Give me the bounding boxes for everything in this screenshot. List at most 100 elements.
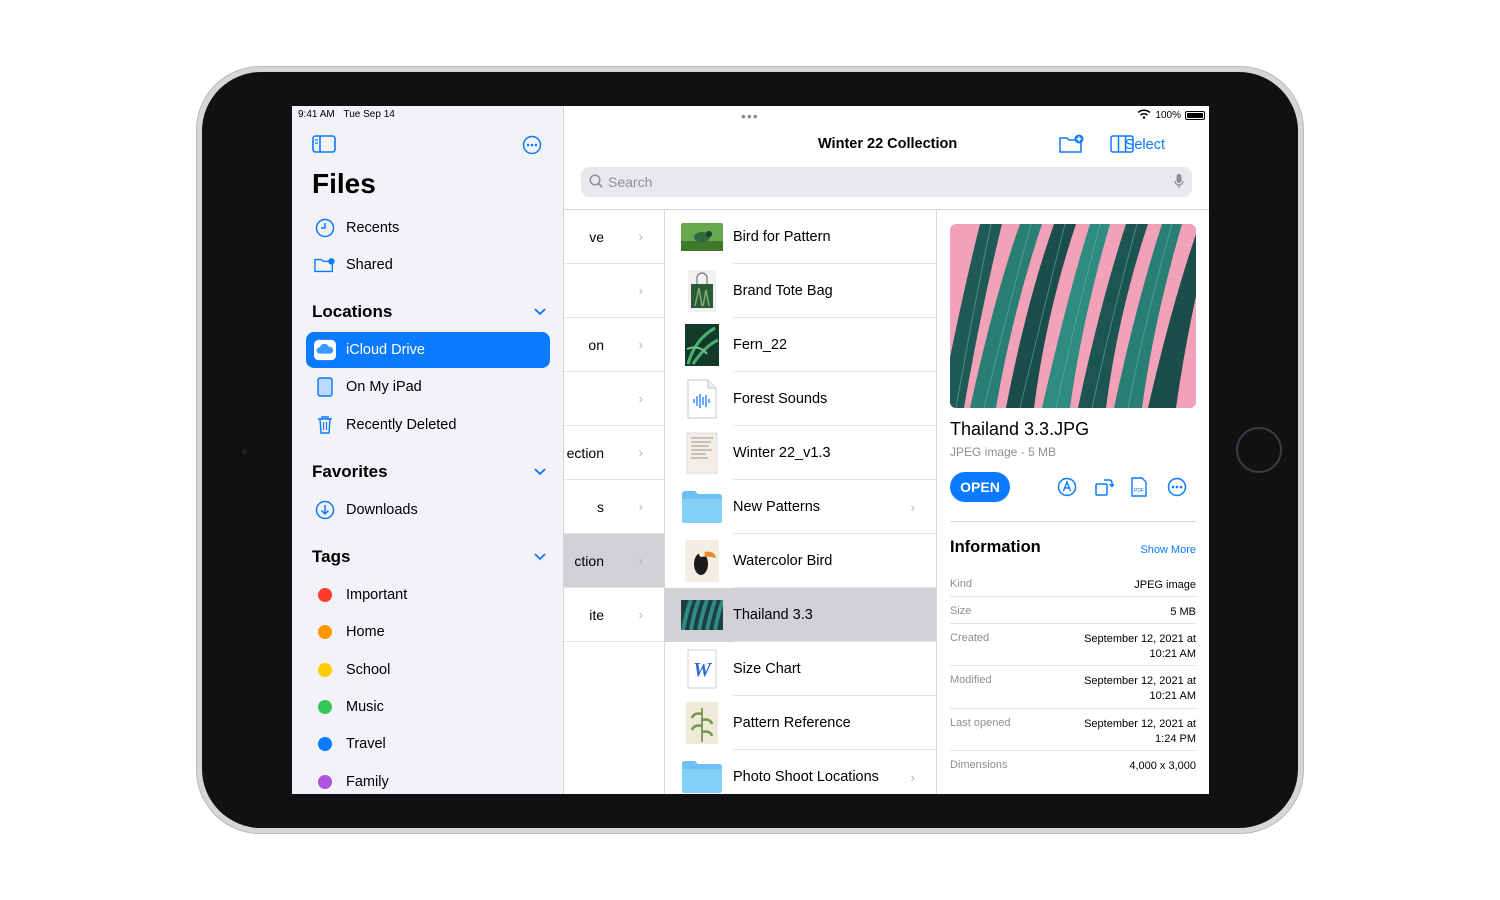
info-value: September 12, 2021 at 10:21 AM — [1084, 633, 1196, 660]
sidebar-item-label: On My iPad — [346, 379, 422, 395]
chevron-right-icon: › — [638, 391, 643, 406]
file-row-winter-22-v1-3[interactable]: Winter 22_v1.3 — [665, 426, 936, 480]
folder-icon — [681, 756, 723, 794]
leaves-image — [681, 594, 723, 636]
wifi-icon — [1137, 109, 1151, 122]
more-actions-icon[interactable] — [1167, 477, 1187, 502]
file-row-pattern-reference[interactable]: Pattern Reference — [665, 696, 936, 750]
preview-filename: Thailand 3.3.JPG — [950, 419, 1090, 439]
sidebar-item-icloud-drive[interactable]: iCloud Drive — [306, 332, 550, 368]
section-title: Locations — [312, 302, 393, 321]
list-item[interactable]: ite › — [564, 588, 664, 642]
sidebar-tag-family[interactable]: Family — [306, 764, 550, 794]
preview-pane: Thailand 3.3.JPG JPEG image - 5 MB OPEN … — [937, 210, 1209, 794]
microphone-icon[interactable] — [1174, 173, 1184, 192]
sidebar: 9:41 AM Tue Sep 14 Files Recents Shared … — [292, 106, 564, 794]
info-value: September 12, 2021 at 10:21 AM — [1084, 675, 1196, 702]
trash-icon — [314, 414, 336, 436]
file-row-forest-sounds[interactable]: Forest Sounds — [665, 372, 936, 426]
audio-file-icon — [681, 378, 723, 420]
file-label: Pattern Reference — [733, 696, 936, 750]
locations-section-header[interactable]: Locations — [312, 302, 546, 322]
multitasking-grabber-icon[interactable]: ••• — [741, 109, 759, 123]
file-label: New Patterns — [733, 480, 936, 534]
sidebar-item-label: Recents — [346, 220, 400, 236]
file-label: Size Chart — [733, 642, 936, 696]
information-heading: Information — [950, 538, 1041, 556]
ipad-icon — [314, 376, 336, 398]
create-pdf-icon[interactable]: PDF — [1130, 477, 1148, 502]
info-key: Created — [950, 632, 990, 644]
list-item-selected[interactable]: ction › — [564, 534, 664, 588]
file-row-new-patterns[interactable]: New Patterns › — [665, 480, 936, 534]
list-item[interactable]: ve › — [564, 210, 664, 264]
sidebar-item-label: Home — [346, 624, 385, 640]
tag-blue-dot — [318, 737, 332, 751]
list-item[interactable]: › — [564, 264, 664, 318]
sidebar-item-label: Music — [346, 699, 384, 715]
file-row-fern-22[interactable]: Fern_22 — [665, 318, 936, 372]
list-item[interactable]: s › — [564, 480, 664, 534]
list-item-label: ite — [589, 606, 604, 623]
file-label: Bird for Pattern — [733, 210, 936, 264]
new-folder-icon[interactable] — [1059, 134, 1085, 159]
list-item[interactable]: › — [564, 372, 664, 426]
info-value: 5 MB — [1170, 606, 1196, 618]
list-item[interactable]: ection › — [564, 426, 664, 480]
home-button[interactable] — [1236, 427, 1282, 473]
open-button[interactable]: OPEN — [950, 472, 1010, 502]
tags-section-header[interactable]: Tags — [312, 547, 546, 567]
word-document-icon: W — [681, 648, 723, 690]
sidebar-tag-home[interactable]: Home — [306, 614, 550, 650]
sidebar-item-label: Shared — [346, 257, 393, 273]
sidebar-item-on-my-ipad[interactable]: On My iPad — [306, 369, 550, 405]
sidebar-item-recently-deleted[interactable]: Recently Deleted — [306, 407, 550, 443]
file-row-thailand-3-3-selected[interactable]: Thailand 3.3 — [665, 588, 936, 642]
sidebar-tag-important[interactable]: Important — [306, 577, 550, 613]
file-label: Thailand 3.3 — [733, 588, 936, 642]
sidebar-toggle-icon[interactable] — [312, 135, 336, 158]
sidebar-item-recents[interactable]: Recents — [306, 210, 550, 246]
file-row-photo-shoot-locations[interactable]: Photo Shoot Locations › — [665, 750, 936, 794]
list-item[interactable]: on › — [564, 318, 664, 372]
file-row-size-chart[interactable]: W Size Chart — [665, 642, 936, 696]
file-row-bird-for-pattern[interactable]: Bird for Pattern — [665, 210, 936, 264]
markup-icon[interactable] — [1057, 477, 1077, 502]
chevron-down-icon — [534, 305, 546, 319]
folder-icon — [681, 486, 723, 528]
preview-image[interactable] — [950, 224, 1196, 408]
sidebar-tag-music[interactable]: Music — [306, 689, 550, 725]
rotate-icon[interactable] — [1094, 477, 1115, 502]
file-row-watercolor-bird[interactable]: Watercolor Bird — [665, 534, 936, 588]
favorites-section-header[interactable]: Favorites — [312, 462, 546, 482]
select-button[interactable]: Select — [1125, 137, 1165, 153]
sidebar-item-shared[interactable]: Shared — [306, 247, 550, 283]
sidebar-tag-travel[interactable]: Travel — [306, 726, 550, 762]
info-row-kind: Kind JPEG image — [950, 578, 1196, 593]
sidebar-tag-school[interactable]: School — [306, 652, 550, 688]
more-options-icon[interactable] — [522, 135, 542, 160]
tag-red-dot — [318, 588, 332, 602]
chevron-right-icon: › — [638, 553, 643, 568]
sidebar-item-label: Travel — [346, 736, 386, 752]
list-item-label: s — [597, 498, 604, 515]
files-column: Bird for Pattern Brand Tote Bag Fern_22 … — [665, 210, 937, 794]
catalog-document-image — [681, 432, 723, 474]
svg-text:PDF: PDF — [1134, 488, 1144, 494]
tote-bag-image — [681, 270, 723, 312]
tag-orange-dot — [318, 625, 332, 639]
list-item-label: ction — [574, 552, 604, 569]
sidebar-item-downloads[interactable]: Downloads — [306, 492, 550, 528]
sidebar-item-label: Recently Deleted — [346, 417, 457, 433]
toucan-image — [681, 540, 723, 582]
status-date: Tue Sep 14 — [343, 109, 395, 120]
file-row-brand-tote-bag[interactable]: Brand Tote Bag — [665, 264, 936, 318]
battery-percent: 100% — [1155, 110, 1181, 121]
svg-text:W: W — [693, 659, 712, 681]
botanical-image — [681, 702, 723, 744]
search-field[interactable]: Search — [581, 167, 1192, 197]
divider — [950, 623, 1196, 624]
chevron-right-icon: › — [638, 499, 643, 514]
list-item-label: ve — [589, 228, 604, 245]
show-more-link[interactable]: Show More — [1140, 544, 1196, 556]
